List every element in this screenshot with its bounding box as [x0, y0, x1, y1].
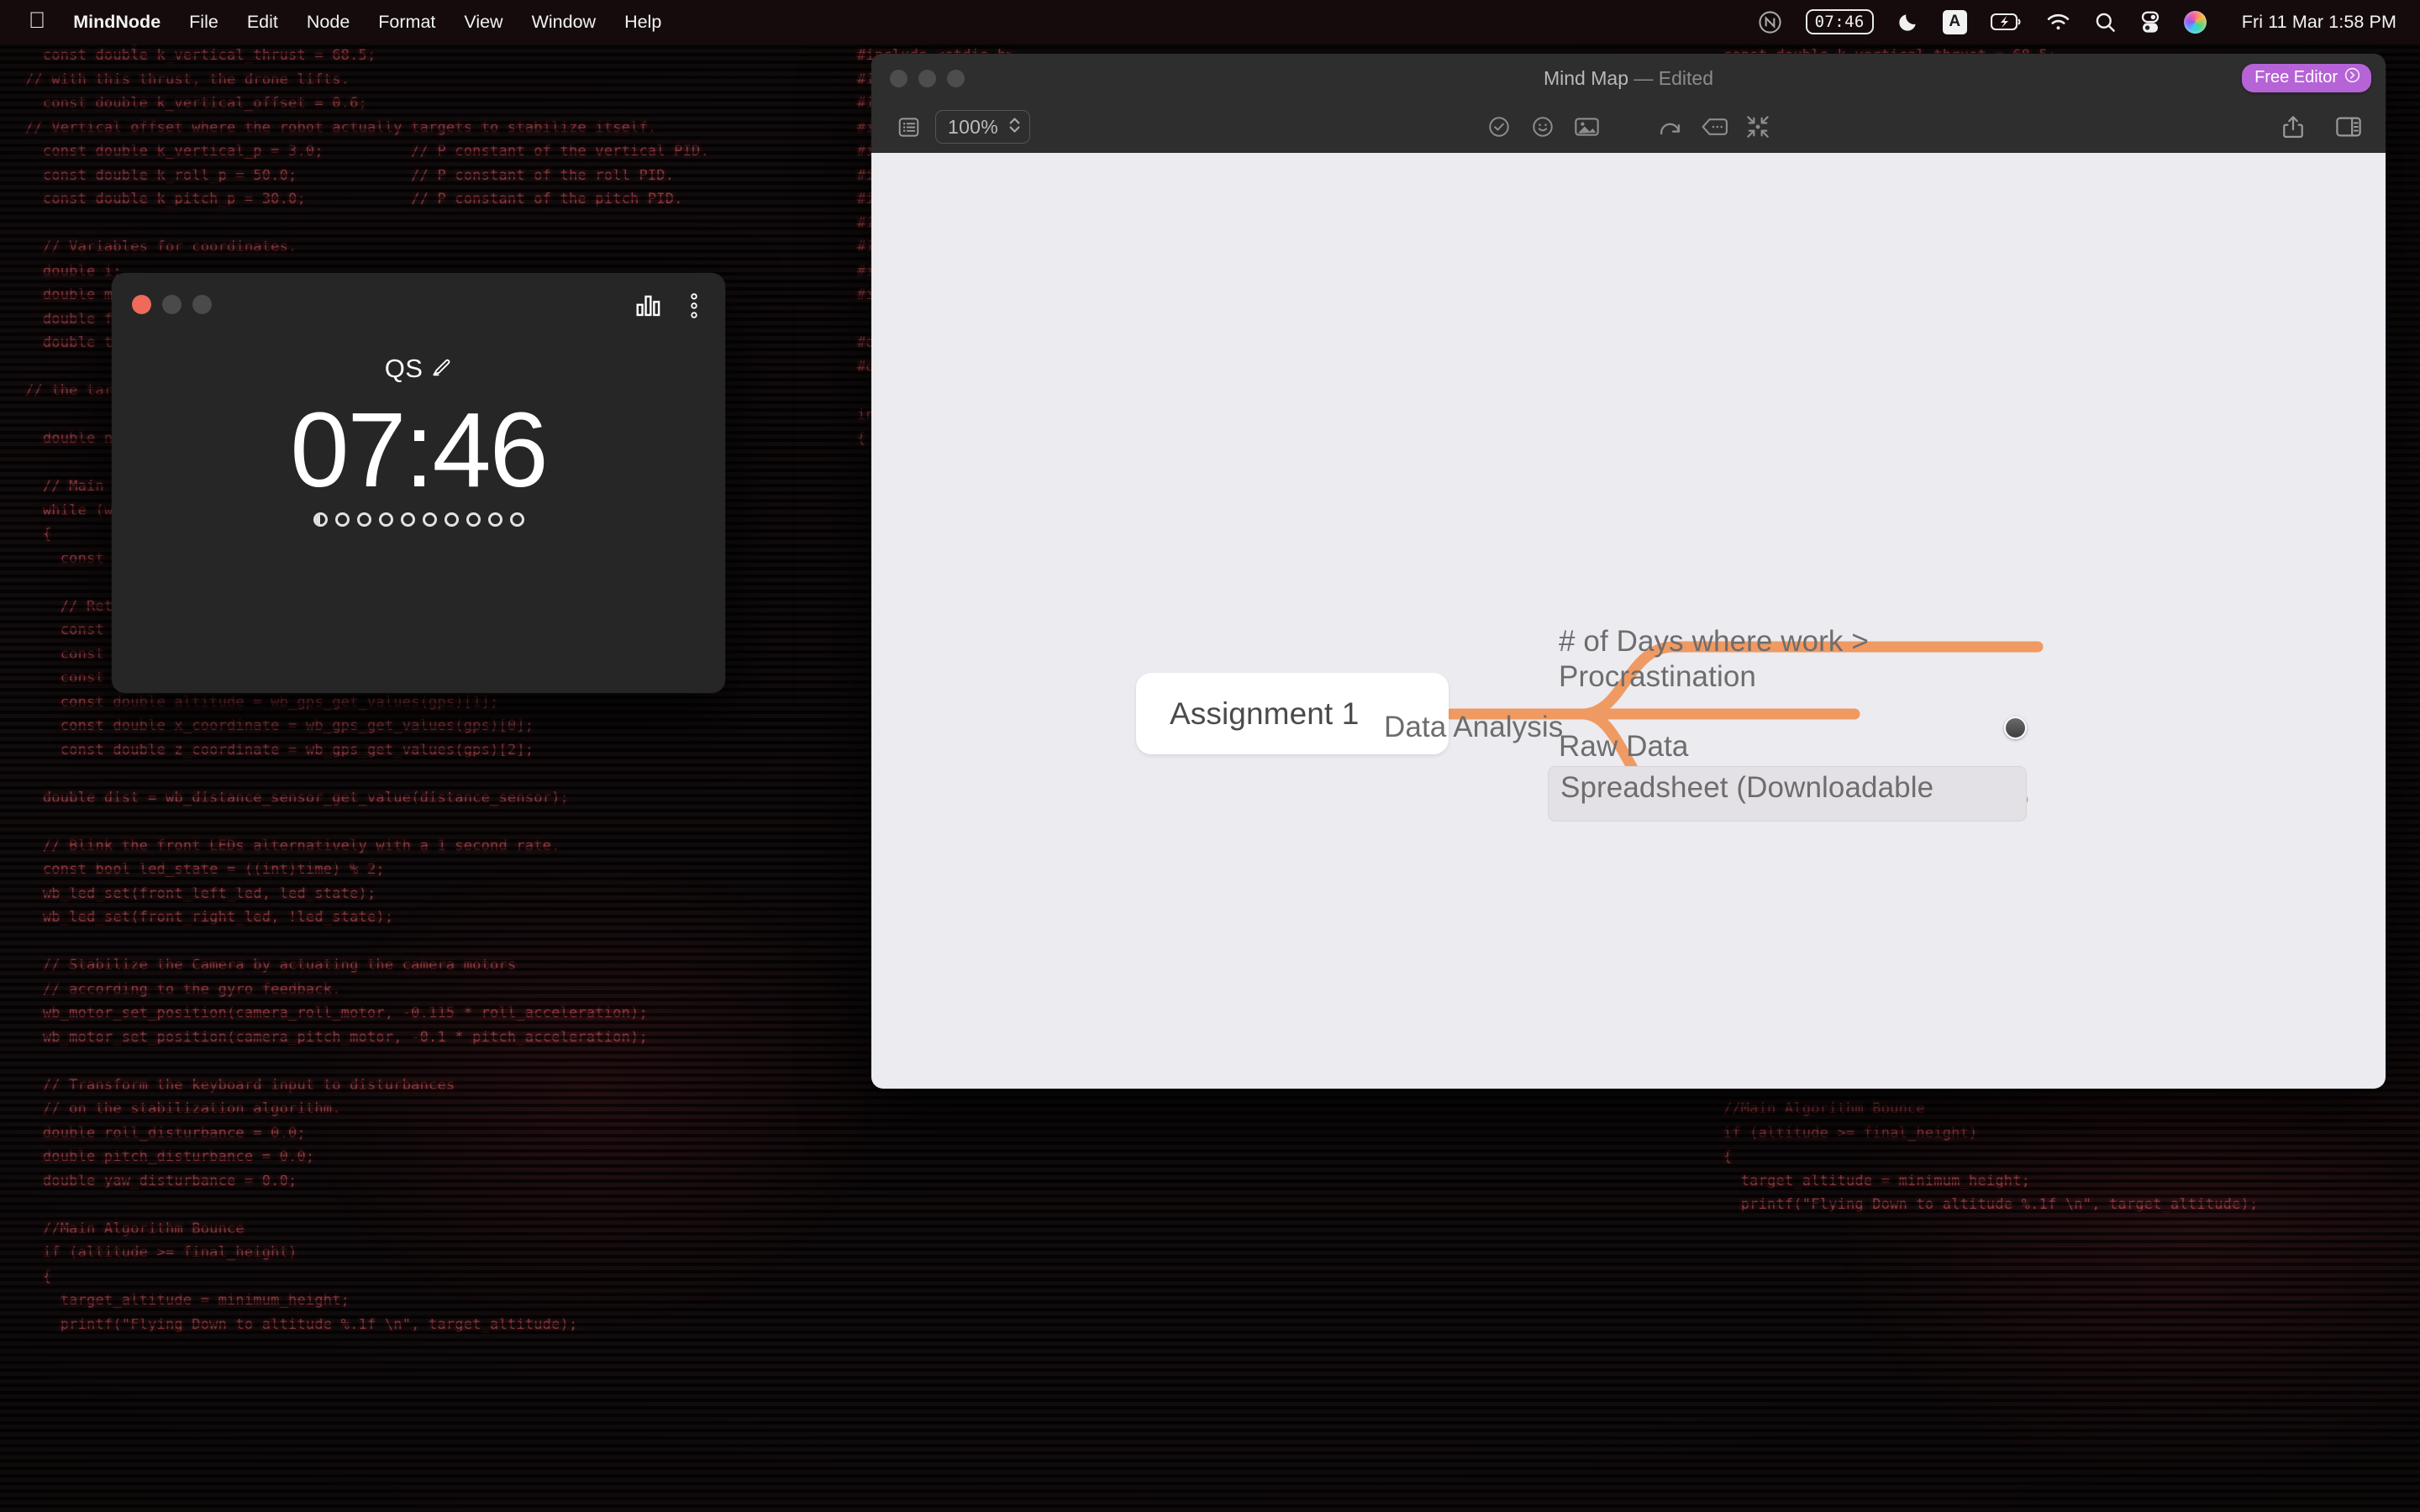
search-icon[interactable] [2082, 0, 2128, 44]
collapse-arrows-icon[interactable] [1739, 110, 1776, 144]
timer-progress-dots [112, 512, 725, 528]
menubar-datetime-value: Fri 11 Mar 1:58 PM [2241, 11, 2396, 32]
siri-orb-icon[interactable] [2172, 0, 2218, 44]
mindnode-toolbar: 100% [871, 101, 2386, 153]
smiley-icon[interactable] [1524, 110, 1561, 144]
progress-dot [444, 512, 459, 528]
mindmap-node-raw-data[interactable]: Raw Data [1559, 730, 1688, 764]
menubar-datetime[interactable]: Fri 11 Mar 1:58 PM [2218, 0, 2396, 44]
share-up-icon[interactable] [2275, 110, 2312, 144]
ncs-app-icon[interactable] [1746, 0, 1794, 44]
timer-body: QS 07:46 [112, 335, 725, 528]
timer-time-display: 07:46 [290, 391, 548, 509]
sidebar-toggle-icon[interactable] [2330, 110, 2367, 144]
mindnode-titlebar: Mind Map — Edited Free Editor [871, 54, 2386, 101]
macos-menu-bar:  MindNode File Edit Node Format View Wi… [0, 0, 2420, 44]
timer-session-label: QS [384, 354, 424, 383]
timer-session-row[interactable]: QS [112, 354, 725, 384]
menubar-timer-value: 07:46 [1805, 9, 1874, 34]
document-title: Mind Map [1544, 67, 1628, 89]
progress-dot [313, 512, 328, 528]
close-button[interactable] [132, 295, 151, 314]
pencil-icon[interactable] [431, 354, 452, 384]
progress-dot [378, 512, 393, 528]
title-separator: — [1628, 67, 1659, 89]
control-center-icon[interactable] [2128, 0, 2172, 44]
redo-arrow-icon[interactable] [1652, 110, 1689, 144]
mindmap-branch-label-data-analysis[interactable]: Data Analysis [1384, 711, 1563, 744]
keyboard-input-icon[interactable]: A [1931, 0, 1979, 44]
menu-item-view[interactable]: View [450, 0, 517, 44]
minimize-button[interactable] [162, 295, 182, 314]
apple-menu-icon[interactable]:  [25, 0, 59, 44]
menu-item-help[interactable]: Help [610, 0, 676, 44]
mindnode-right-tools [2275, 110, 2367, 144]
note-tag-icon[interactable] [1696, 110, 1733, 144]
edited-state: Edited [1658, 67, 1713, 89]
progress-dot [509, 512, 524, 528]
outline-list-icon[interactable] [890, 110, 927, 144]
battery-charging-icon[interactable] [1979, 0, 2034, 44]
more-vertical-icon[interactable] [680, 291, 708, 320]
progress-dot [487, 512, 502, 528]
image-icon[interactable] [1568, 110, 1605, 144]
zoom-level-value: 100% [948, 115, 999, 138]
progress-dot [422, 512, 437, 528]
mindmap-node-days-work-procrastination[interactable]: # of Days where work > Procrastination [1559, 624, 1920, 695]
menu-item-file[interactable]: File [175, 0, 233, 44]
menu-item-node[interactable]: Node [292, 0, 364, 44]
timer-titlebar [112, 273, 725, 335]
mindnode-center-tools [1481, 110, 1776, 144]
moon-icon[interactable] [1886, 0, 1931, 44]
zoom-stepper[interactable]: 100% [935, 110, 1031, 144]
menu-item-mindnode[interactable]: MindNode [59, 0, 175, 44]
bar-chart-icon[interactable] [634, 291, 663, 320]
node-drag-handle[interactable] [2004, 717, 2027, 739]
progress-dot [466, 512, 481, 528]
checkmark-circle-icon[interactable] [1481, 110, 1518, 144]
mindnode-window[interactable]: Mind Map — Edited Free Editor 100% Assig… [871, 54, 2386, 1089]
stepper-up-down-icon[interactable] [1008, 115, 1021, 139]
chevron-right-circle-icon [2344, 67, 2360, 88]
free-editor-label: Free Editor [2254, 68, 2338, 87]
progress-dot [334, 512, 350, 528]
free-editor-badge[interactable]: Free Editor [2242, 64, 2371, 92]
progress-dot [400, 512, 415, 528]
timer-traffic-lights [132, 295, 212, 314]
menubar-timer-pill[interactable]: 07:46 [1794, 0, 1886, 44]
keyboard-input-value: A [1942, 9, 1967, 34]
menu-item-window[interactable]: Window [518, 0, 610, 44]
menu-bar-status-items: 07:46 A Fri 11 Mar 1:58 PM [1746, 0, 2420, 44]
mindmap-branches [1445, 641, 2044, 806]
progress-dot [356, 512, 371, 528]
menu-bar-apps:  MindNode File Edit Node Format View Wi… [0, 0, 676, 44]
mindmap-canvas[interactable]: Assignment 1 Data Analysis # of Days whe… [871, 153, 2386, 1089]
wifi-icon[interactable] [2034, 0, 2082, 44]
timer-toolbar [634, 291, 708, 320]
window-title: Mind Map — Edited [871, 67, 2386, 90]
mindmap-node-spreadsheet[interactable]: Spreadsheet (Downloadable [1560, 771, 1933, 805]
menu-item-edit[interactable]: Edit [233, 0, 292, 44]
zoom-button[interactable] [192, 295, 212, 314]
menu-item-format[interactable]: Format [364, 0, 450, 44]
timer-window[interactable]: QS 07:46 [112, 273, 725, 693]
